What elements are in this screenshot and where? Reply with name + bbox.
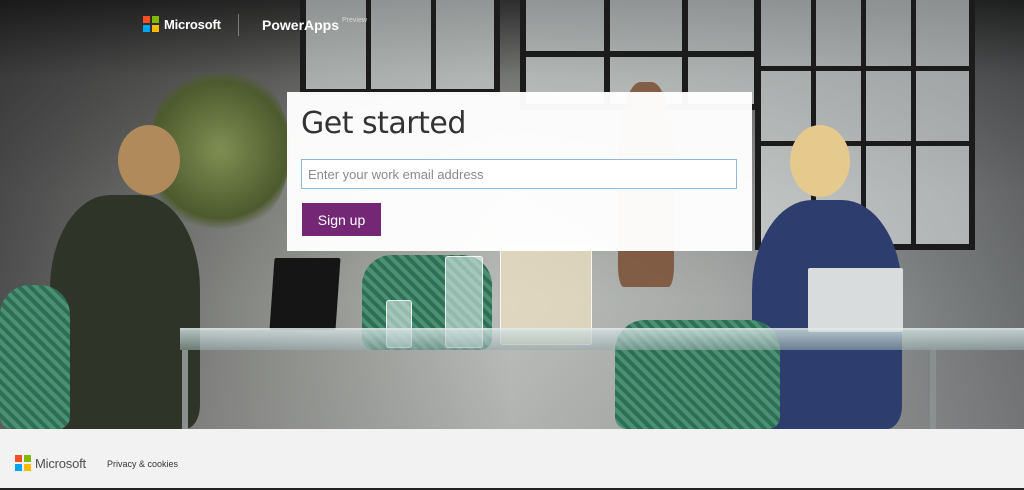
microsoft-logo-icon xyxy=(15,455,31,471)
person-left xyxy=(50,195,200,429)
microsoft-logo-icon xyxy=(143,16,159,32)
footer-microsoft-link[interactable]: Microsoft xyxy=(15,455,86,471)
person-left-head xyxy=(118,125,180,195)
privacy-cookies-link[interactable]: Privacy & cookies xyxy=(107,459,178,469)
email-input[interactable] xyxy=(301,159,737,189)
tablet-decor xyxy=(808,268,903,332)
footer-brand-text: Microsoft xyxy=(35,455,86,471)
footer: Microsoft Privacy & cookies xyxy=(0,429,1024,490)
desk-leg-decor xyxy=(930,350,936,429)
signup-button[interactable]: Sign up xyxy=(302,203,381,236)
preview-tag: Preview xyxy=(342,17,367,24)
laptop-decor xyxy=(269,258,341,330)
desk-leg-decor xyxy=(182,350,188,429)
microsoft-home-link[interactable]: Microsoft xyxy=(143,16,221,32)
desk-decor xyxy=(180,328,1024,350)
header-divider xyxy=(238,14,239,36)
microsoft-brand-text: Microsoft xyxy=(164,16,221,32)
chair-decor xyxy=(0,285,70,429)
signup-card: Get started Sign up xyxy=(287,92,752,251)
top-header: Microsoft PowerApps Preview xyxy=(0,0,1024,50)
page-title: Get started xyxy=(301,106,466,141)
product-name[interactable]: PowerApps xyxy=(262,17,339,33)
person-right-head xyxy=(790,125,850,197)
